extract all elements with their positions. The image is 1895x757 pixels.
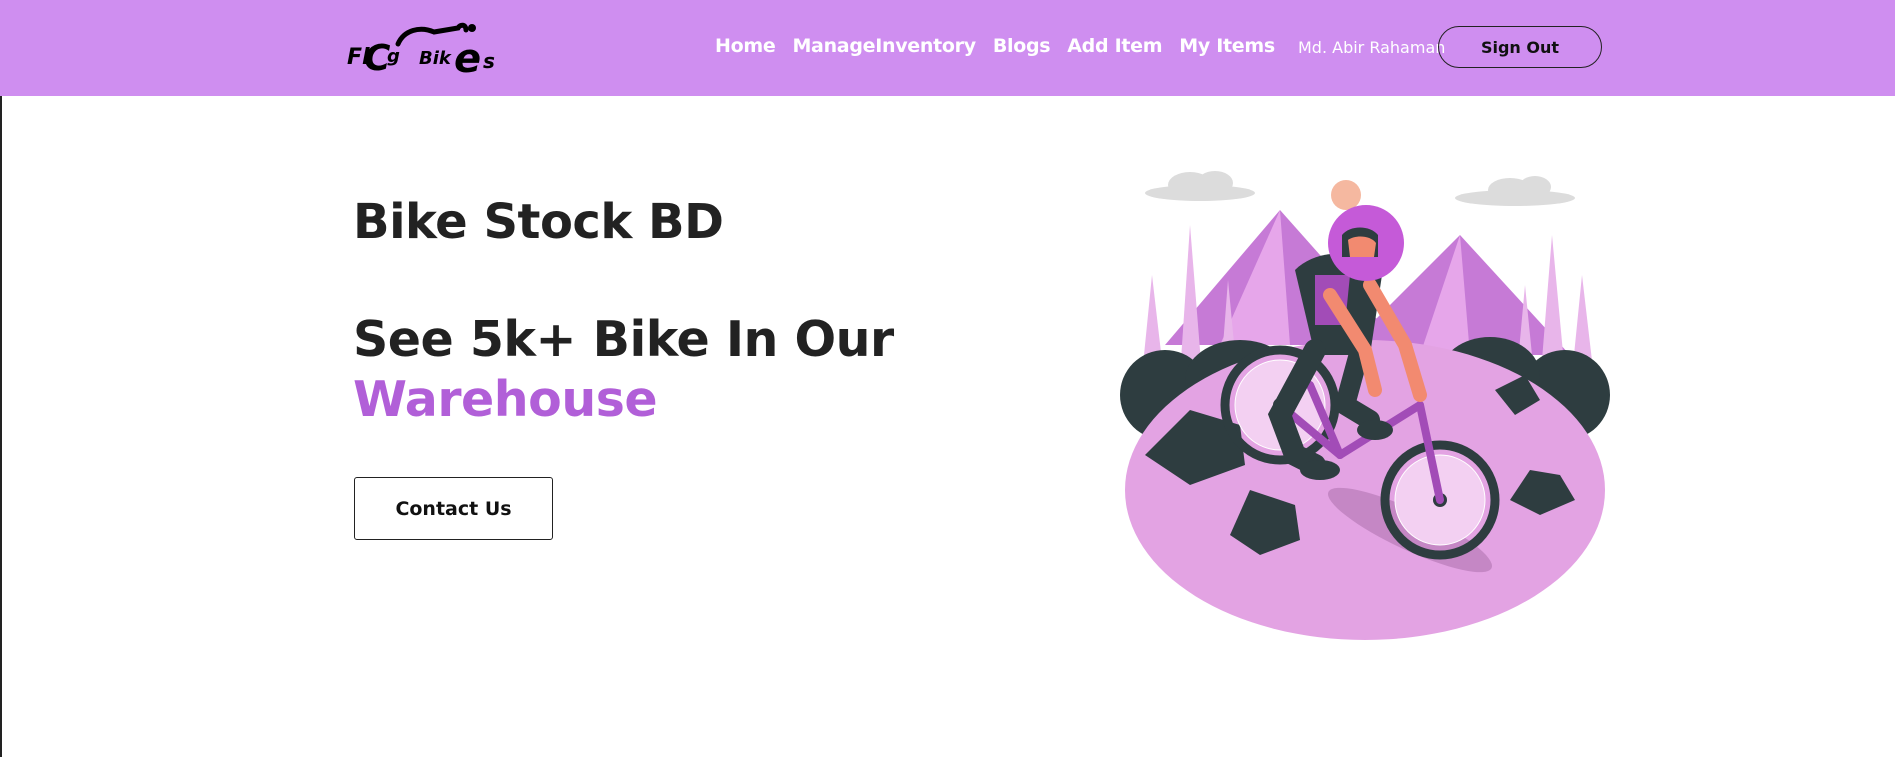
nav-my-items[interactable]: My Items [1179, 35, 1275, 57]
brand-logo-image: Fl C g Bik e s [347, 22, 495, 78]
navbar: Fl C g Bik e s Home ManageInventory Blog… [0, 0, 1895, 96]
hero-subtitle: See 5k+ Bike In Our Warehouse [353, 310, 894, 430]
svg-text:g: g [387, 46, 400, 67]
nav-home[interactable]: Home [715, 35, 776, 57]
sign-out-button[interactable]: Sign Out [1438, 26, 1602, 68]
svg-text:e: e [454, 36, 481, 78]
contact-us-button[interactable]: Contact Us [354, 477, 553, 540]
svg-text:Bik: Bik [419, 48, 452, 69]
nav-manage-inventory[interactable]: ManageInventory [792, 35, 976, 57]
page-left-border [0, 96, 2, 757]
helmet-icon [1328, 205, 1404, 281]
user-name: Md. Abir Rahaman [1298, 38, 1446, 57]
hero-subtitle-line: See 5k+ Bike In Our [353, 311, 894, 368]
mountain-biker-illustration [1120, 165, 1610, 640]
cloud-icon [1145, 171, 1575, 206]
nav-add-item[interactable]: Add Item [1067, 35, 1162, 57]
nav-blogs[interactable]: Blogs [993, 35, 1051, 57]
main-nav: Home ManageInventory Blogs Add Item My I… [715, 35, 1275, 57]
svg-text:s: s [483, 49, 495, 73]
hero-subtitle-accent: Warehouse [353, 371, 658, 428]
brand-logo[interactable]: Fl C g Bik e s [346, 18, 502, 78]
hero-title: Bike Stock BD [353, 194, 724, 250]
sun-icon [1331, 180, 1361, 210]
